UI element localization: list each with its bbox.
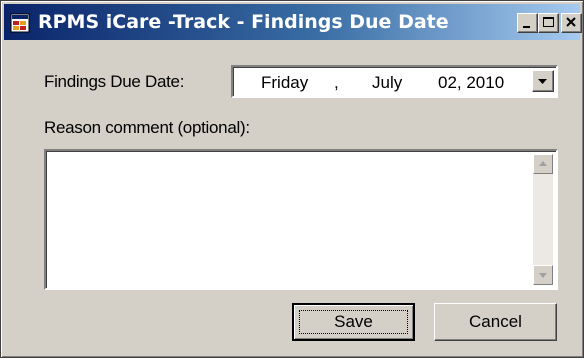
due-date-picker[interactable]: Friday , July 02, 2010 (231, 65, 558, 98)
maximize-icon (543, 17, 554, 27)
minimize-icon (523, 26, 530, 28)
window-title: RPMS iCare -Track - Findings Due Date (38, 11, 449, 33)
arrow-up-icon (539, 161, 547, 166)
scroll-down-button[interactable] (533, 265, 553, 285)
close-button[interactable] (561, 13, 582, 33)
save-button[interactable]: Save (292, 303, 415, 341)
cancel-button-label: Cancel (469, 312, 522, 331)
reason-label: Reason comment (optional): (44, 118, 250, 137)
date-separator: , (334, 73, 339, 92)
reason-comment-input[interactable] (44, 149, 558, 290)
cancel-button[interactable]: Cancel (434, 303, 557, 341)
date-day-part[interactable]: Friday (261, 73, 308, 93)
maximize-button[interactable] (538, 13, 559, 33)
dialog-window: RPMS iCare -Track - Findings Due Date Fi… (0, 0, 584, 358)
title-bar[interactable]: RPMS iCare -Track - Findings Due Date (4, 4, 582, 40)
minimize-button[interactable] (517, 13, 538, 33)
vertical-scrollbar[interactable] (533, 154, 553, 285)
arrow-down-icon (539, 273, 547, 278)
chevron-down-icon (538, 79, 547, 84)
focus-rectangle (299, 310, 408, 334)
app-icon[interactable] (10, 13, 30, 33)
date-month-part[interactable]: July (372, 73, 402, 93)
close-icon (566, 17, 576, 27)
date-dropdown-button[interactable] (532, 70, 554, 92)
due-date-label: Findings Due Date: (44, 72, 185, 91)
date-date-part[interactable]: 02, 2010 (438, 73, 504, 93)
scroll-up-button[interactable] (533, 154, 553, 174)
